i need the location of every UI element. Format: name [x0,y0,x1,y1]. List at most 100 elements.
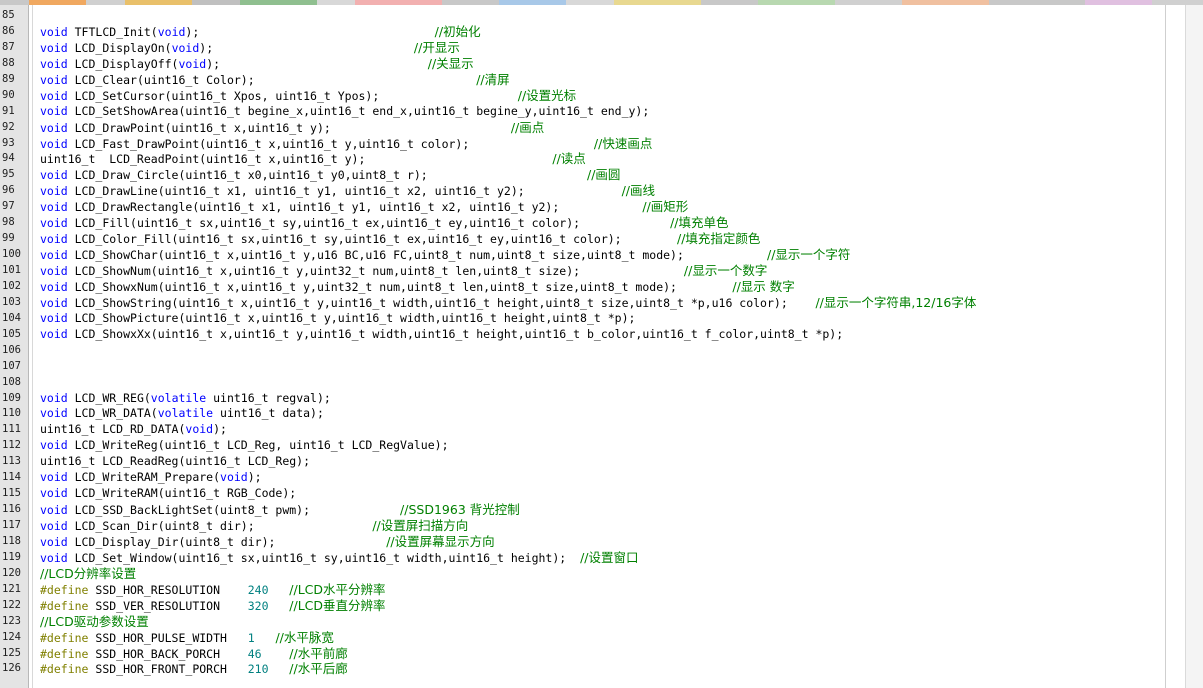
code-line[interactable]: 122 #define SSD_VER_RESOLUTION 320 //LCD垂… [0,598,1185,614]
code-line[interactable]: 94 uint16_t LCD_ReadPoint(uint16_t x,uint… [0,151,1185,167]
code-line[interactable]: 96 void LCD_DrawLine(uint16_t x1, uint16_… [0,183,1185,199]
number-token: 1 [247,630,255,645]
code-line[interactable]: 89 void LCD_Clear(uint16_t Color); //清屏 [0,72,1185,88]
code-line[interactable]: 88 void LCD_DisplayOff(void); //关显示 [0,56,1185,72]
code-line[interactable]: 118 void LCD_Display_Dir(uint8_t dir); //… [0,534,1185,550]
code-line[interactable]: 113 uint16_t LCD_ReadReg(uint16_t LCD_Reg… [0,454,1185,470]
keyword-token: void [40,72,68,87]
code-line[interactable]: 120 //LCD分辨率设置 [0,566,1185,582]
keyword-token: void [40,310,68,325]
code-line[interactable]: 107 [0,359,1185,375]
keyword-token: void [40,136,68,151]
code-line[interactable]: 93 void LCD_Fast_DrawPoint(uint16_t x,uin… [0,136,1185,152]
code-line[interactable]: 114 void LCD_WriteRAM_Prepare(void); [0,470,1185,486]
code-token: SSD_HOR_BACK_PORCH [88,646,248,661]
code-text: void LCD_Color_Fill(uint16_t sx,uint16_t… [40,231,760,248]
code-line[interactable]: 102 void LCD_ShowxNum(uint16_t x,uint16_t… [0,279,1185,295]
code-line[interactable]: 106 [0,343,1185,359]
code-token: uint16_t regval); [206,390,331,405]
code-line[interactable]: 115 void LCD_WriteRAM(uint16_t RGB_Code); [0,486,1185,502]
code-line[interactable]: 126 #define SSD_HOR_FRONT_PORCH 210 //水平后… [0,661,1185,677]
code-line[interactable]: 111 uint16_t LCD_RD_DATA(void); [0,422,1185,438]
code-line[interactable]: 100 void LCD_ShowChar(uint16_t x,uint16_t… [0,247,1185,263]
comment-token: //填充指定颜色 [676,231,761,247]
keyword-token: void [185,422,214,437]
code-token: LCD_Display_Dir(uint8_t dir); [67,534,387,549]
code-token: LCD_Color_Fill(uint16_t sx,uint16_t sy,u… [67,232,677,247]
keyword-token: void [40,406,68,421]
code-text: uint16_t LCD_ReadReg(uint16_t LCD_Reg); [40,454,310,470]
keyword-token: void [171,40,200,55]
line-number: 89 [2,72,15,85]
code-line[interactable]: 116 void LCD_SSD_BackLightSet(uint8_t pwm… [0,502,1185,518]
code-token: LCD_WriteReg(uint16_t LCD_Reg, uint16_t … [67,438,449,453]
code-line[interactable]: 108 [0,375,1185,391]
preprocessor-token: #define [40,630,89,645]
comment-token: //显示 数字 [732,278,795,294]
code-text: void LCD_SetCursor(uint16_t Xpos, uint16… [40,88,576,105]
code-line[interactable]: 112 void LCD_WriteReg(uint16_t LCD_Reg, u… [0,438,1185,454]
code-line[interactable]: 85 [0,8,1185,24]
code-line[interactable]: 97 void LCD_DrawRectangle(uint16_t x1, ui… [0,199,1185,215]
code-line[interactable]: 103 void LCD_ShowString(uint16_t x,uint16… [0,295,1185,311]
line-number: 101 [2,264,21,276]
comment-token: //水平前廊 [289,645,348,661]
code-text: void LCD_ShowString(uint16_t x,uint16_t … [40,295,976,312]
code-line[interactable]: 123 //LCD驱动参数设置 [0,614,1185,630]
code-line[interactable]: 86 void TFTLCD_Init(void); //初始化 [0,24,1185,40]
code-line[interactable]: 109 void LCD_WR_REG(volatile uint16_t reg… [0,391,1185,407]
code-token: LCD_Scan_Dir(uint8_t dir); [67,519,373,533]
line-number: 113 [2,455,21,468]
keyword-token: void [40,470,68,485]
code-token: LCD_ShowxXx(uint16_t x,uint16_t y,uint16… [67,326,844,341]
comment-token: //快速画点 [593,135,653,151]
code-line[interactable]: 99 void LCD_Color_Fill(uint16_t sx,uint16… [0,231,1185,247]
line-number: 115 [2,487,21,500]
line-number: 92 [2,120,15,133]
line-number: 86 [2,24,15,37]
comment-token: //显示一个数字 [683,263,768,278]
code-line[interactable]: 117 void LCD_Scan_Dir(uint8_t dir); //设置屏… [0,518,1185,534]
code-line[interactable]: 101 void LCD_ShowNum(uint16_t x,uint16_t … [0,263,1185,279]
code-text: void LCD_WriteReg(uint16_t LCD_Reg, uint… [40,438,449,454]
code-text: void LCD_Set_Window(uint16_t sx,uint16_t… [40,550,639,567]
code-line[interactable]: 121 #define SSD_HOR_RESOLUTION 240 //LCD水… [0,582,1185,598]
line-number: 88 [2,56,15,69]
preprocessor-token: #define [40,598,89,613]
code-line[interactable]: 105 void LCD_ShowxXx(uint16_t x,uint16_t … [0,327,1185,343]
code-line[interactable]: 110 void LCD_WR_DATA(volatile uint16_t da… [0,406,1185,422]
comment-token: //填充单色 [670,215,729,231]
code-line[interactable]: 104 void LCD_ShowPicture(uint16_t x,uint1… [0,311,1185,327]
code-line[interactable]: 98 void LCD_Fill(uint16_t sx,uint16_t sy,… [0,215,1185,231]
comment-token: //水平后廊 [289,661,348,677]
comment-token: //关显示 [427,55,474,71]
code-token: LCD_Fast_DrawPoint(uint16_t x,uint16_t y… [67,136,594,151]
code-line[interactable]: 87 void LCD_DisplayOn(void); //开显示 [0,40,1185,56]
code-line[interactable]: 95 void LCD_Draw_Circle(uint16_t x0,uint1… [0,167,1185,183]
code-line[interactable]: 92 void LCD_DrawPoint(uint16_t x,uint16_t… [0,120,1185,136]
vertical-scrollbar[interactable] [1185,5,1203,688]
line-number: 112 [2,439,21,452]
code-line[interactable]: 90 void LCD_SetCursor(uint16_t Xpos, uint… [0,88,1185,104]
code-token: SSD_HOR_RESOLUTION [88,582,248,597]
code-editor[interactable]: 85 86 void TFTLCD_Init(void); //初始化 87 void … [0,8,1185,677]
code-text: //LCD驱动参数设置 [40,614,149,631]
keyword-token: void [40,24,68,39]
line-number: 116 [2,503,21,516]
code-text: uint16_t LCD_ReadPoint(uint16_t x,uint16… [40,151,586,168]
keyword-token: void [157,24,186,39]
code-token: LCD_SetCursor(uint16_t Xpos, uint16_t Yp… [67,88,518,103]
code-line[interactable]: 91 void LCD_SetShowArea(uint16_t begine_x… [0,104,1185,120]
line-number: 122 [2,598,21,611]
code-line[interactable]: 125 #define SSD_HOR_BACK_PORCH 46 //水平前廊 [0,646,1185,662]
line-number: 98 [2,216,15,229]
preprocessor-token: #define [40,646,89,661]
code-text: void LCD_DisplayOff(void); //关显示 [40,56,474,73]
code-line[interactable]: 119 void LCD_Set_Window(uint16_t sx,uint1… [0,550,1185,566]
code-token: LCD_SSD_BackLightSet(uint8_t pwm); [67,503,401,518]
code-line[interactable]: 124 #define SSD_HOR_PULSE_WIDTH 1 //水平脉宽 [0,630,1185,646]
